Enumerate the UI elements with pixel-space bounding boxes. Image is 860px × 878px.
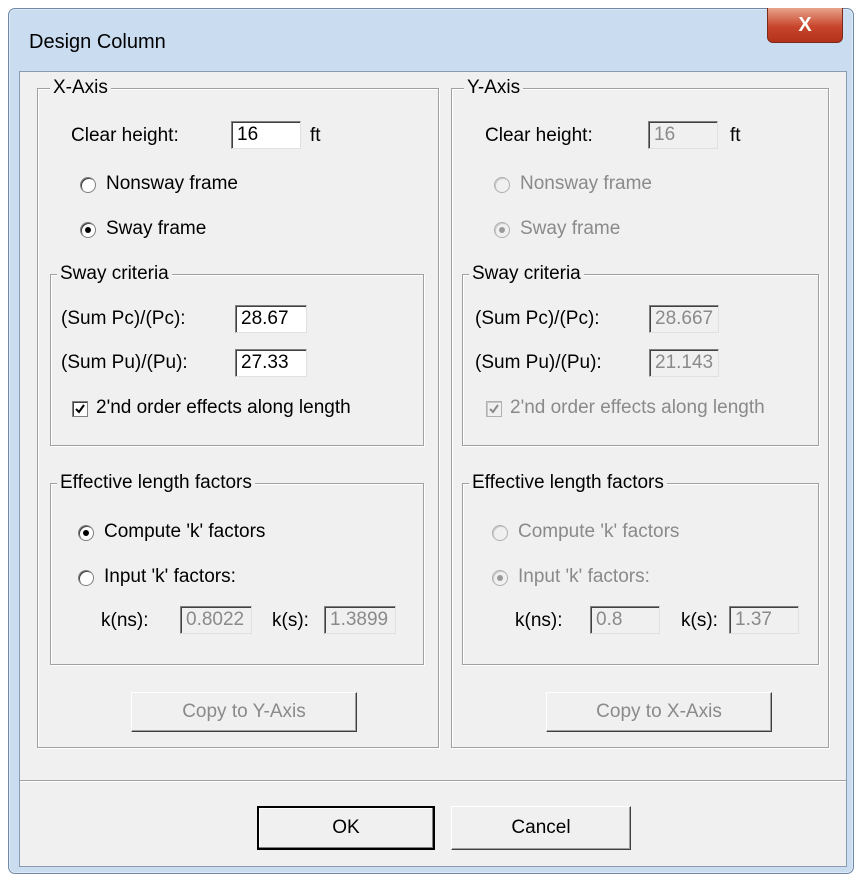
x-sum-pu-label: (Sum Pu)/(Pu):	[61, 352, 188, 373]
copy-to-y-axis-label: Copy to Y-Axis	[182, 701, 306, 722]
radio-selected-dot	[83, 530, 89, 536]
x-effective-length-legend: Effective length factors	[57, 472, 255, 494]
copy-to-x-axis-label: Copy to X-Axis	[596, 701, 722, 722]
x-sway-radio[interactable]	[80, 222, 96, 238]
radio-selected-dot	[497, 575, 503, 581]
cancel-label: Cancel	[511, 817, 571, 838]
x-second-order-label[interactable]: 2'nd order effects along length	[96, 396, 351, 420]
x-clear-height-label: Clear height:	[71, 125, 179, 146]
x-ks-label: k(s):	[272, 610, 309, 631]
copy-to-x-axis-button[interactable]: Copy to X-Axis	[546, 692, 772, 732]
y-sum-pc-label: (Sum Pc)/(Pc):	[475, 308, 600, 329]
x-sum-pc-label: (Sum Pc)/(Pc):	[61, 308, 186, 329]
x-sum-pc-value: 28.67	[241, 308, 289, 329]
y-axis-legend: Y-Axis	[464, 77, 524, 99]
y-sum-pu-input[interactable]: 21.143	[649, 349, 719, 377]
y-sum-pu-value: 21.143	[655, 352, 714, 373]
cancel-button[interactable]: Cancel	[451, 806, 631, 850]
y-clear-height-input[interactable]: 16	[648, 121, 718, 149]
x-nonsway-label[interactable]: Nonsway frame	[106, 172, 238, 196]
x-clear-height-input[interactable]: 16	[231, 121, 301, 149]
y-input-k-label[interactable]: Input 'k' factors:	[518, 565, 650, 589]
dialog-client-area: X-Axis Clear height: 16 ft Nonsway frame…	[19, 71, 847, 867]
x-kns-label: k(ns):	[101, 610, 149, 631]
x-kns-input[interactable]: 0.8022	[180, 606, 252, 634]
x-compute-k-label[interactable]: Compute 'k' factors	[104, 520, 265, 544]
x-input-k-radio[interactable]	[78, 570, 94, 586]
x-sway-criteria-group: Sway criteria (Sum Pc)/(Pc): 28.67 (Sum …	[50, 263, 424, 446]
ok-button[interactable]: OK	[257, 806, 435, 850]
y-axis-group: Y-Axis Clear height: 16 ft Nonsway frame…	[451, 77, 829, 748]
y-second-order-checkbox[interactable]	[486, 401, 502, 417]
checkmark-icon	[75, 404, 85, 414]
y-compute-k-label[interactable]: Compute 'k' factors	[518, 520, 679, 544]
copy-to-y-axis-button[interactable]: Copy to Y-Axis	[131, 692, 357, 732]
y-kns-label: k(ns):	[515, 610, 563, 631]
x-sum-pu-input[interactable]: 27.33	[235, 349, 307, 377]
window-title: Design Column	[29, 31, 166, 53]
y-kns-value: 0.8	[596, 609, 623, 630]
x-sum-pc-input[interactable]: 28.67	[235, 305, 307, 333]
x-axis-legend: X-Axis	[50, 77, 111, 99]
y-clear-height-value: 16	[654, 124, 676, 145]
radio-selected-dot	[499, 227, 505, 233]
y-clear-height-unit: ft	[730, 125, 741, 146]
y-effective-length-legend: Effective length factors	[469, 472, 667, 494]
y-nonsway-label[interactable]: Nonsway frame	[520, 172, 652, 196]
y-sum-pc-value: 28.667	[655, 308, 714, 329]
y-clear-height-label: Clear height:	[485, 125, 593, 146]
x-effective-length-group: Effective length factors Compute 'k' fac…	[50, 472, 424, 665]
radio-selected-dot	[85, 227, 91, 233]
y-nonsway-radio[interactable]	[494, 177, 510, 193]
close-icon: X	[798, 13, 812, 36]
title-bar[interactable]: Design Column X	[9, 8, 853, 71]
x-ks-value: 1.3899	[330, 609, 389, 630]
x-input-k-label[interactable]: Input 'k' factors:	[104, 565, 236, 589]
y-sum-pu-label: (Sum Pu)/(Pu):	[475, 352, 602, 373]
x-clear-height-unit: ft	[310, 125, 321, 146]
y-sum-pc-input[interactable]: 28.667	[649, 305, 719, 333]
x-sway-criteria-legend: Sway criteria	[57, 263, 172, 285]
y-kns-input[interactable]: 0.8	[590, 606, 660, 634]
x-ks-input[interactable]: 1.3899	[324, 606, 396, 634]
y-ks-input[interactable]: 1.37	[729, 606, 799, 634]
y-compute-k-radio[interactable]	[492, 525, 508, 541]
x-second-order-checkbox[interactable]	[72, 401, 88, 417]
y-ks-value: 1.37	[735, 609, 772, 630]
x-compute-k-radio[interactable]	[78, 525, 94, 541]
y-sway-criteria-group: Sway criteria (Sum Pc)/(Pc): 28.667 (Sum…	[462, 263, 819, 446]
x-sum-pu-value: 27.33	[241, 352, 289, 373]
y-input-k-radio[interactable]	[492, 570, 508, 586]
y-effective-length-group: Effective length factors Compute 'k' fac…	[462, 472, 819, 665]
checkmark-icon	[489, 404, 499, 414]
x-clear-height-value: 16	[237, 124, 259, 145]
x-sway-label[interactable]: Sway frame	[106, 217, 206, 241]
y-sway-radio[interactable]	[494, 222, 510, 238]
x-kns-value: 0.8022	[186, 609, 245, 630]
close-button[interactable]: X	[767, 8, 843, 43]
y-second-order-label[interactable]: 2'nd order effects along length	[510, 396, 765, 420]
y-ks-label: k(s):	[681, 610, 718, 631]
y-sway-criteria-legend: Sway criteria	[469, 263, 584, 285]
design-column-dialog: Design Column X X-Axis Clear height: 16 …	[8, 8, 854, 874]
footer-separator	[20, 780, 846, 782]
y-sway-label[interactable]: Sway frame	[520, 217, 620, 241]
x-nonsway-radio[interactable]	[80, 177, 96, 193]
ok-label: OK	[332, 817, 360, 838]
x-axis-group: X-Axis Clear height: 16 ft Nonsway frame…	[37, 77, 439, 748]
